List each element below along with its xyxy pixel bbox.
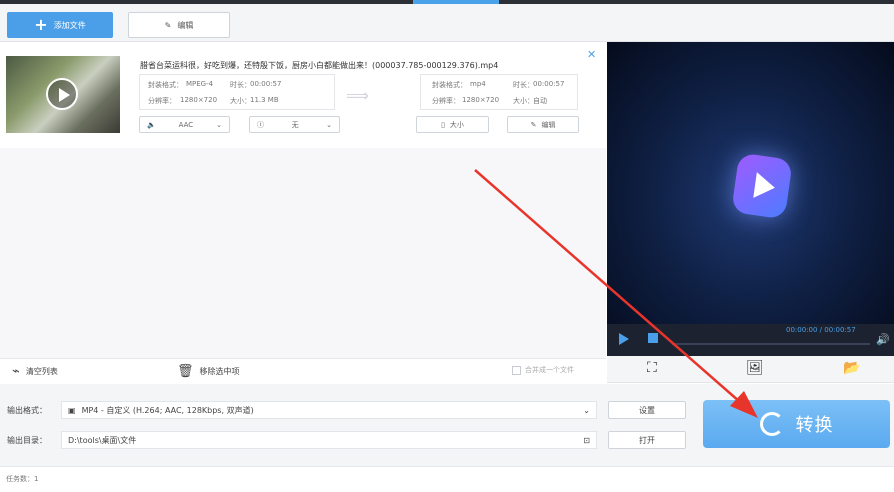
volume-icon[interactable]: 🔊 <box>876 333 890 346</box>
size-button[interactable]: ▯ 大小 <box>416 116 489 133</box>
video-thumbnail[interactable] <box>6 56 120 133</box>
player-time: 00:00:00 / 00:00:57 <box>786 326 856 334</box>
chevron-down-icon: ⌄ <box>583 405 590 415</box>
clear-list-button[interactable]: ⌁ 清空列表 <box>12 364 58 379</box>
screenshot-icon[interactable]: 🖼 <box>746 360 764 376</box>
subtitle-icon: ⓣ <box>257 120 264 129</box>
output-resolution: 1280×720 <box>462 96 500 104</box>
video-file-icon: ▣ <box>68 405 76 415</box>
trash-icon: 🗑 <box>177 364 194 379</box>
source-resolution: 1280×720 <box>180 96 218 104</box>
source-format-label: 封装格式： <box>148 81 183 89</box>
subtitle-select-value: 无 <box>291 120 299 129</box>
output-dir-label: 输出目录： <box>7 436 47 445</box>
size-button-label: 大小 <box>449 120 464 129</box>
output-dir-field[interactable]: D:\tools\桌面\文件 ⊡ <box>61 431 597 449</box>
output-resolution-label: 分辨率： <box>432 97 460 105</box>
output-size-label: 大小： <box>513 97 534 105</box>
output-duration-label: 时长： <box>513 81 534 89</box>
output-format: mp4 <box>470 80 486 88</box>
folder-icon[interactable]: 📂 <box>843 360 860 376</box>
add-file-label: 添加文件 <box>53 20 86 30</box>
checkbox[interactable] <box>512 365 521 375</box>
play-button[interactable] <box>619 333 629 345</box>
output-format-label: 输出格式： <box>7 406 47 415</box>
source-format: MPEG-4 <box>186 80 214 88</box>
audio-select[interactable]: 🔈 AAC ⌄ <box>139 116 230 133</box>
broom-icon: ⌁ <box>12 364 20 379</box>
remove-selected-label: 移除选中项 <box>199 367 240 376</box>
clear-list-label: 清空列表 <box>25 367 58 376</box>
toolbar: + 添加文件 ✎ 编辑 <box>0 4 894 42</box>
play-icon <box>46 78 78 110</box>
edit-file-button[interactable]: ✎ 编辑 <box>507 116 579 133</box>
file-icon: ▯ <box>441 120 445 129</box>
magic-wand-icon: ✎ <box>530 120 537 129</box>
output-dir-value: D:\tools\桌面\文件 <box>68 435 137 445</box>
source-duration-label: 时长： <box>230 81 251 89</box>
merge-checkbox[interactable]: 合并成一个文件 <box>512 365 574 375</box>
merge-label: 合并成一个文件 <box>525 366 574 374</box>
edit-file-label: 编辑 <box>541 120 556 129</box>
output-duration: 00:00:57 <box>533 80 565 88</box>
audio-select-value: AAC <box>178 120 194 129</box>
crop-icon[interactable]: ⛶ <box>647 360 657 376</box>
task-count: 任务数：1 <box>6 475 39 483</box>
source-resolution-label: 分辨率： <box>148 97 176 105</box>
subtitle-select[interactable]: ⓣ 无 ⌄ <box>249 116 340 133</box>
convert-label: 转换 <box>795 415 834 436</box>
plus-icon: + <box>34 15 48 34</box>
status-bar <box>0 466 894 492</box>
settings-button[interactable]: 设置 <box>608 401 686 419</box>
stop-button[interactable] <box>648 333 658 343</box>
output-size: 自动 <box>533 97 547 105</box>
file-title: 腊省台菜运科很，好吃到爆，还特殷下饭，厨房小白都能做出来！(000037.785… <box>140 61 499 70</box>
convert-button[interactable]: 转换 <box>703 400 890 448</box>
remove-selected-button[interactable]: 🗑 移除选中项 <box>177 364 240 379</box>
open-button[interactable]: 打开 <box>608 431 686 449</box>
refresh-icon <box>759 412 784 436</box>
browse-folder-icon[interactable]: ⊡ <box>583 436 590 445</box>
output-format-select[interactable]: ▣ MP4 - 自定义 (H.264; AAC, 128Kbps, 双声道) ⌄ <box>61 401 597 419</box>
chevron-down-icon: ⌄ <box>326 120 332 129</box>
source-size: 11.3 MB <box>250 96 279 104</box>
magic-wand-icon: ✎ <box>164 20 172 30</box>
player-logo-icon <box>731 152 793 220</box>
edit-toolbar-button[interactable]: ✎ 编辑 <box>128 12 230 38</box>
edit-toolbar-label: 编辑 <box>177 20 194 30</box>
source-size-label: 大小： <box>230 97 251 105</box>
close-icon[interactable]: ✕ <box>587 48 596 61</box>
seek-bar[interactable] <box>672 343 870 345</box>
arrow-right-icon: ⟹ <box>346 86 369 105</box>
source-duration: 00:00:57 <box>250 80 282 88</box>
chevron-down-icon: ⌄ <box>216 120 222 129</box>
output-format-label: 封装格式： <box>432 81 467 89</box>
add-file-button[interactable]: + 添加文件 <box>7 12 113 38</box>
output-format-value: MP4 - 自定义 (H.264; AAC, 128Kbps, 双声道) <box>81 405 254 415</box>
speaker-icon: 🔈 <box>147 120 156 129</box>
